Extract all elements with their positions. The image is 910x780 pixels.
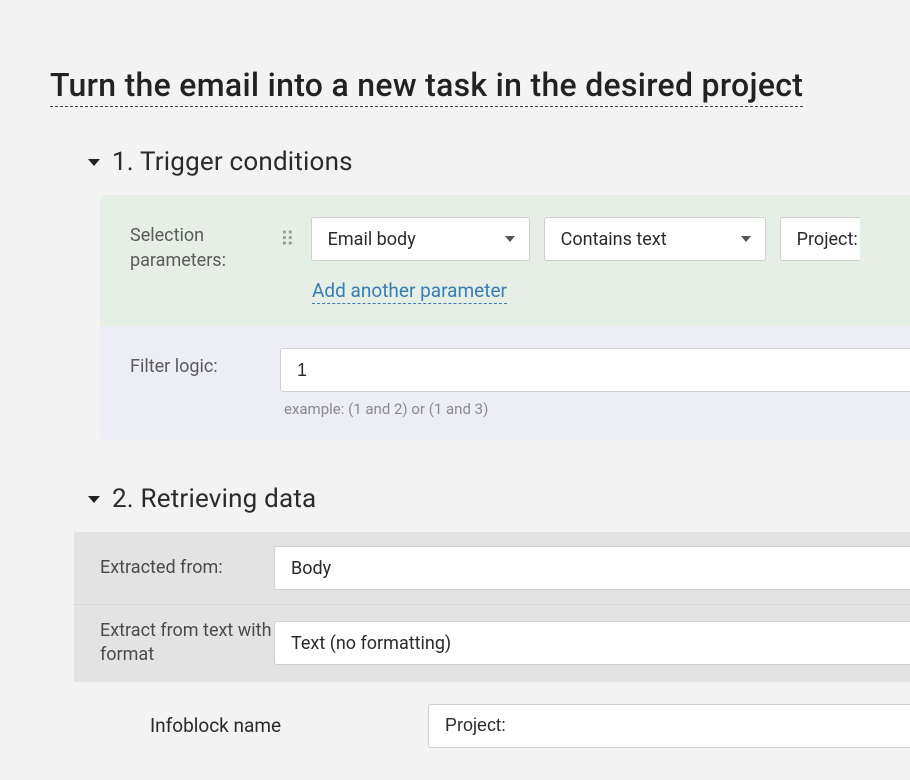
section-1-title: 1. Trigger conditions — [112, 147, 353, 177]
extract-format-select[interactable]: Text (no formatting) — [274, 621, 910, 665]
chevron-down-icon — [741, 236, 751, 242]
infoblock-name-row: Infoblock name — [74, 682, 910, 748]
param-value-text: Project: — [797, 229, 858, 250]
retrieving-data-panel: Extracted from: Body Extract from text w… — [74, 532, 910, 748]
trigger-conditions-panel: Selection parameters: ⠿ Email body Conta… — [100, 195, 910, 440]
add-parameter-link[interactable]: Add another parameter — [312, 279, 507, 304]
filter-logic-row: Filter logic: example: (1 and 2) or (1 a… — [100, 326, 910, 440]
filter-logic-input[interactable] — [280, 348, 910, 392]
section-2-header[interactable]: 2. Retrieving data — [88, 484, 910, 514]
page-title[interactable]: Turn the email into a new task in the de… — [50, 66, 803, 107]
extracted-from-value: Body — [291, 558, 331, 579]
param-value-input[interactable]: Project: — [780, 217, 860, 261]
param-operator-select[interactable]: Contains text — [544, 217, 766, 261]
infoblock-name-label: Infoblock name — [150, 714, 428, 737]
filter-logic-hint: example: (1 and 2) or (1 and 3) — [284, 400, 910, 418]
param-source-select[interactable]: Email body — [311, 217, 530, 261]
extract-format-row: Extract from text with format Text (no f… — [74, 604, 910, 682]
chevron-down-icon — [505, 236, 515, 242]
extracted-from-label: Extracted from: — [100, 556, 274, 580]
selection-parameters-controls: ⠿ Email body Contains text Project: Add … — [280, 217, 910, 304]
filter-logic-label: Filter logic: — [130, 348, 280, 379]
parameter-line-1: ⠿ Email body Contains text Project: — [280, 217, 910, 261]
section-1-header[interactable]: 1. Trigger conditions — [88, 147, 910, 177]
caret-down-icon — [88, 159, 100, 166]
filter-logic-controls: example: (1 and 2) or (1 and 3) — [280, 348, 910, 418]
param-operator-value: Contains text — [561, 229, 667, 250]
section-2-title: 2. Retrieving data — [112, 484, 316, 514]
drag-handle-icon[interactable]: ⠿ — [280, 234, 297, 245]
extract-format-label: Extract from text with format — [100, 619, 274, 668]
extract-format-value: Text (no formatting) — [291, 633, 451, 654]
extracted-from-row: Extracted from: Body — [74, 532, 910, 604]
selection-parameters-row: Selection parameters: ⠿ Email body Conta… — [100, 195, 910, 326]
caret-down-icon — [88, 496, 100, 503]
extracted-from-select[interactable]: Body — [274, 546, 910, 590]
selection-parameters-label: Selection parameters: — [130, 217, 280, 273]
param-source-value: Email body — [328, 229, 416, 250]
infoblock-name-input[interactable] — [428, 704, 910, 748]
